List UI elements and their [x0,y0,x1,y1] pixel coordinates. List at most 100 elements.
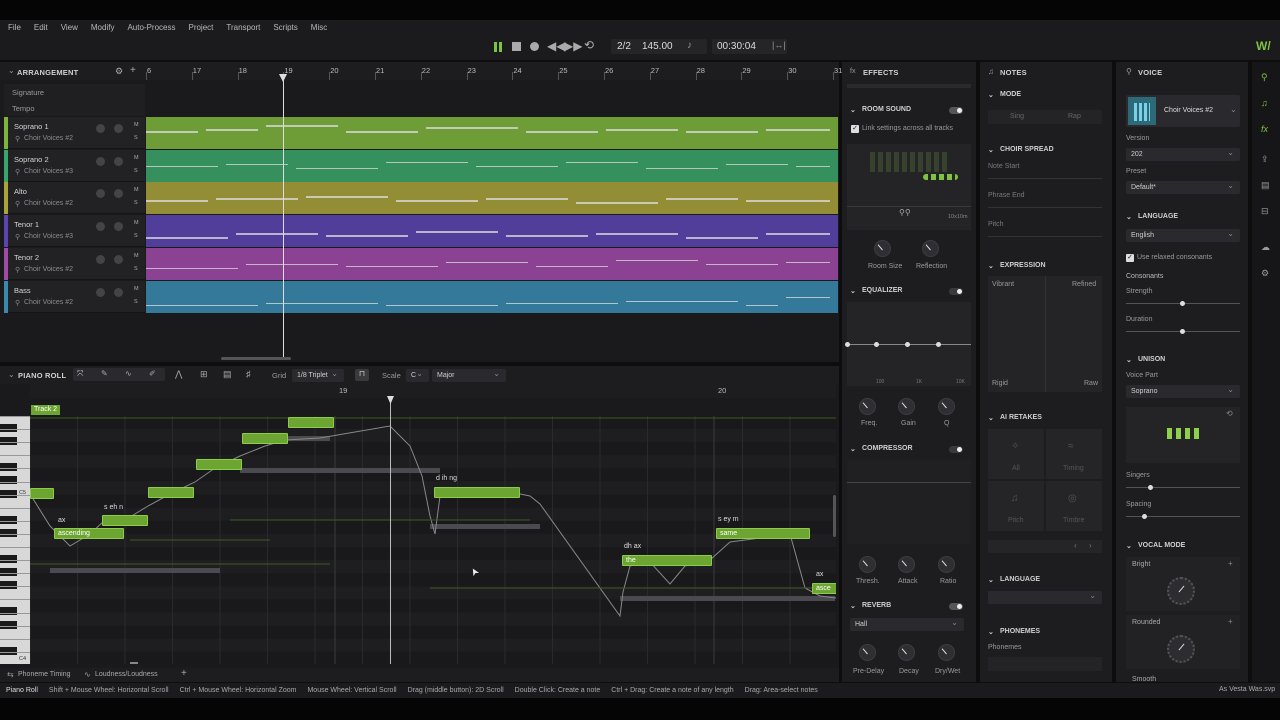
pitch-slider[interactable] [988,236,1102,237]
mixer-icon[interactable]: ⊟ [1261,206,1269,217]
black-key[interactable] [0,515,17,524]
prev-icon[interactable]: ‹ [1074,541,1077,550]
piano-roll-ruler[interactable]: 19 20 [30,384,836,398]
collapse-icon[interactable]: ⌄ [8,370,15,379]
time-position[interactable]: 00:30:04 [717,41,756,52]
tab-loudness[interactable]: Loudness/Loudness [95,671,158,678]
pan-knob[interactable] [114,222,123,232]
pen-tool-icon[interactable]: ✎ [101,369,108,378]
black-key[interactable] [0,581,17,590]
music-note-icon[interactable]: ♫ [1261,98,1268,108]
piano-roll-note[interactable] [102,515,148,526]
fx-icon[interactable]: fx [1261,124,1268,134]
record-icon[interactable] [530,42,539,51]
black-key[interactable] [0,555,17,563]
spacing-slider-handle[interactable] [1142,514,1147,519]
duration-slider-handle[interactable] [1180,329,1185,334]
track-name[interactable]: Bass [14,286,31,295]
solo-button[interactable]: S [134,233,138,239]
reverb-toggle[interactable] [949,603,963,610]
mute-button[interactable]: M [134,187,139,193]
black-key[interactable] [0,489,17,498]
phonemes-input[interactable] [988,657,1102,671]
attack-knob[interactable] [898,556,915,573]
track-voice[interactable]: Choir Voices #2 [24,200,73,207]
track-lane[interactable] [146,247,838,280]
mute-button[interactable]: M [134,253,139,259]
piano-roll-hscroll[interactable] [130,662,138,664]
dry-wet-knob[interactable] [938,644,955,661]
menu-item-transport[interactable]: Transport [226,23,260,32]
mute-button[interactable]: M [134,286,139,292]
thresh-knob[interactable] [859,556,876,573]
scale-key-dropdown[interactable]: C [406,369,429,382]
volume-knob[interactable] [96,287,105,297]
track-voice[interactable]: Choir Voices #3 [24,233,73,240]
metronome-icon[interactable]: ♪ [687,40,692,51]
track-name[interactable]: Soprano 2 [14,155,49,164]
black-key[interactable] [0,607,17,616]
retake-all-button[interactable]: ✧ All [988,429,1044,479]
settings-icon[interactable]: ⚙ [115,66,123,77]
collapse-icon[interactable]: ⌄ [1126,542,1132,550]
track-header[interactable]: Soprano 1 ⚲ Choir Voices #2 M S [4,117,145,149]
ratio-knob[interactable] [938,556,955,573]
piano-roll-vscroll[interactable] [833,495,836,537]
menu-item-edit[interactable]: Edit [34,23,48,32]
volume-knob[interactable] [96,222,105,232]
note-lyric[interactable]: asce [816,585,831,592]
piano-keyboard[interactable]: C5 C4 [0,416,30,664]
track-name[interactable]: Tenor 2 [14,253,39,262]
tempo-value[interactable]: 145.00 [642,41,673,52]
voice-part-dropdown[interactable]: Soprano [1126,385,1240,398]
track-voice[interactable]: Choir Voices #2 [24,299,73,306]
mic-icon[interactable]: ⚲ [1261,72,1268,83]
pencil-tool-icon[interactable]: ✐ [149,369,156,378]
volume-knob[interactable] [96,156,105,166]
retake-timbre-button[interactable]: ◎ Timbre [1046,481,1102,531]
equalizer-toggle[interactable] [949,288,963,295]
singers-slider-handle[interactable] [1148,485,1153,490]
mode-sing[interactable]: Sing [1010,113,1024,120]
track-voice[interactable]: Choir Voices #2 [24,135,73,142]
track-name[interactable]: Soprano 1 [14,122,49,131]
preset-dropdown[interactable]: Default* [1126,181,1240,194]
piano-roll-note[interactable] [434,487,520,498]
collapse-icon[interactable]: ⌄ [988,262,994,270]
solo-button[interactable]: S [134,135,138,141]
add-tab-icon[interactable]: + [181,668,187,679]
expression-pad[interactable]: Vibrant Refined Rigid Raw [988,276,1102,392]
track-header[interactable]: Tenor 2 ⚲ Choir Voices #2 M S [4,247,145,280]
compressor-toggle[interactable] [949,446,963,453]
snap-icon[interactable]: |↔| [772,40,786,50]
loop-icon[interactable]: ⟲ [584,38,594,52]
pan-knob[interactable] [114,254,123,264]
menu-item-file[interactable]: File [8,23,21,32]
note-lyric[interactable]: same [720,530,737,537]
black-key[interactable] [0,620,17,629]
solo-button[interactable]: S [134,266,138,272]
arrangement-scrollbar[interactable] [221,357,291,360]
collapse-icon[interactable]: ⌄ [988,628,994,636]
relaxed-consonants-checkbox[interactable]: ✓ [1126,254,1134,262]
volume-knob[interactable] [96,124,105,133]
menu-item-project[interactable]: Project [188,23,213,32]
note-lyric[interactable]: the [626,557,636,564]
decay-knob[interactable] [898,644,915,661]
collapse-icon[interactable]: ⌄ [988,146,994,154]
collapse-icon[interactable]: ⌄ [850,106,856,114]
solo-button[interactable]: S [134,299,138,305]
track-header[interactable]: Alto ⚲ Choir Voices #2 M S [4,182,145,215]
pause-icon[interactable] [493,42,503,52]
shuffle-icon[interactable]: ⟲ [1226,409,1233,418]
reverb-type-dropdown[interactable]: Hall [850,618,964,631]
retake-pitch-button[interactable]: ♫ Pitch [988,481,1044,531]
solo-button[interactable]: S [134,200,138,206]
export-icon[interactable]: ⇪ [1261,154,1269,165]
piano-roll-note[interactable] [30,488,54,499]
black-key[interactable] [0,463,17,472]
eq-point[interactable] [845,342,850,347]
scale-mode-dropdown[interactable]: Major [432,369,506,382]
collapse-icon[interactable]: ⌄ [988,414,994,422]
add-track-icon[interactable]: + [130,65,136,76]
